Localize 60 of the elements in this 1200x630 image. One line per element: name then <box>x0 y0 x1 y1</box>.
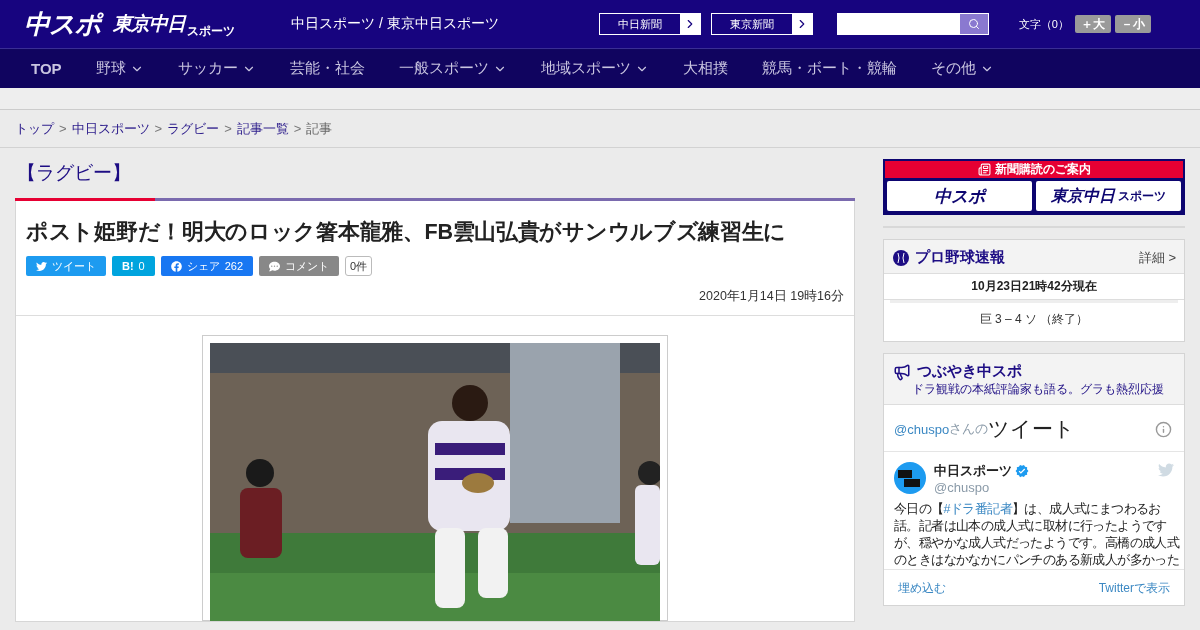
font-size-label: 文字（0） <box>1018 16 1069 32</box>
nav-item[interactable]: サッカー <box>160 59 273 78</box>
nav-item[interactable]: 野球 <box>78 59 161 78</box>
tweets-section-title: つぶやき中スポ <box>917 362 1023 381</box>
comment-share-button[interactable]: コメント <box>259 256 340 276</box>
detail-link[interactable]: 詳細 > <box>1138 248 1176 267</box>
handle-link[interactable]: @chuspo <box>894 421 950 437</box>
nav-item[interactable]: 大相撲 <box>665 59 745 78</box>
account-name: 中日スポーツ <box>934 462 1012 480</box>
nav-item[interactable]: 地域スポーツ <box>523 59 666 78</box>
newspaper-link[interactable]: 東京新聞 <box>710 13 813 35</box>
nav-item[interactable]: TOP <box>14 60 79 77</box>
facebook-share-button[interactable]: シェア 262 <box>160 256 254 276</box>
bird-icon <box>36 260 47 272</box>
breadcrumb-separator: > <box>59 121 67 136</box>
subscription-banner[interactable]: 新聞購読のご案内 中スポ 東京中日 スポーツ <box>883 159 1185 215</box>
view-on-twitter-link[interactable]: Twitterで表示 <box>1098 580 1170 597</box>
article-title: ポスト姫野だ！明大のロック箸本龍雅、FB雲山弘貴がサンウルブズ練習生に <box>26 219 788 246</box>
bird-icon <box>1158 462 1174 478</box>
comment-count: 0件 <box>345 256 373 276</box>
nav-item[interactable]: その他 <box>913 59 1011 78</box>
facebook-icon <box>170 260 182 272</box>
article-date: 2020年1月14日 19時16分 <box>698 288 844 305</box>
site-logo[interactable]: 中スポ <box>887 181 1032 211</box>
tweets-section-subtitle: ドラ観戦の本紙評論家も語る。グラも熱烈応援 <box>911 381 1165 398</box>
baseball-icon <box>893 249 909 266</box>
site-title: 中日スポーツ / 東京中日スポーツ <box>291 15 499 33</box>
nav-item[interactable]: 競馬・ボート・競輪 <box>744 59 914 78</box>
timeline-title: ツイート <box>988 416 1077 442</box>
category-heading: 【ラグビー】 <box>16 161 132 185</box>
breadcrumb-separator: > <box>154 121 163 136</box>
account-handle: @chuspo <box>934 480 991 495</box>
speech-bubble-icon <box>269 260 281 272</box>
breadcrumb-current[interactable]: 記事 <box>306 119 333 138</box>
megaphone-icon <box>893 362 911 381</box>
breadcrumb-link[interactable]: 記事一覧 <box>236 119 289 138</box>
newspaper-icon <box>977 163 991 176</box>
update-time: 10月23日21時42分現在 <box>884 273 1184 300</box>
hashtag-link[interactable]: #ドラ番記者 <box>943 502 1012 516</box>
sister-logo[interactable]: 東京中日 スポーツ <box>1036 181 1181 211</box>
info-icon[interactable] <box>1155 420 1172 438</box>
handle-suffix: さんの <box>949 420 989 436</box>
baseball-scores-title: プロ野球速報 <box>915 248 1006 267</box>
avatar-icon <box>894 462 926 494</box>
search-icon <box>967 18 980 30</box>
search-field[interactable] <box>836 13 989 35</box>
breadcrumb-link[interactable]: ラグビー <box>167 119 220 138</box>
newspaper-link[interactable]: 中日新聞 <box>598 13 701 35</box>
tweet-text: 今日の【#ドラ番記者】は、成人式にまつわるお話。記者は山本の成人式に取材に行ったようですが、穏やかな成人式だったようです。高橋の成人式のときはなかなかにパンチのある新成人が多かった <box>894 501 1180 569</box>
breadcrumb-link[interactable]: 中日スポーツ <box>71 119 150 138</box>
search-button[interactable] <box>959 14 988 34</box>
nav-item[interactable]: 芸能・社会 <box>272 59 382 78</box>
sister-logo[interactable]: 東京中日 <box>113 11 185 37</box>
sister-logo-subtitle: スポーツ <box>187 23 235 40</box>
embed-link[interactable]: 埋め込む <box>898 580 946 597</box>
breadcrumb-separator: > <box>224 121 232 136</box>
breadcrumb-link[interactable]: トップ <box>15 119 54 138</box>
subscription-heading: 新聞購読のご案内 <box>994 161 1091 178</box>
nav-item[interactable]: 一般スポーツ <box>381 59 524 78</box>
breadcrumb-separator: > <box>293 121 302 136</box>
